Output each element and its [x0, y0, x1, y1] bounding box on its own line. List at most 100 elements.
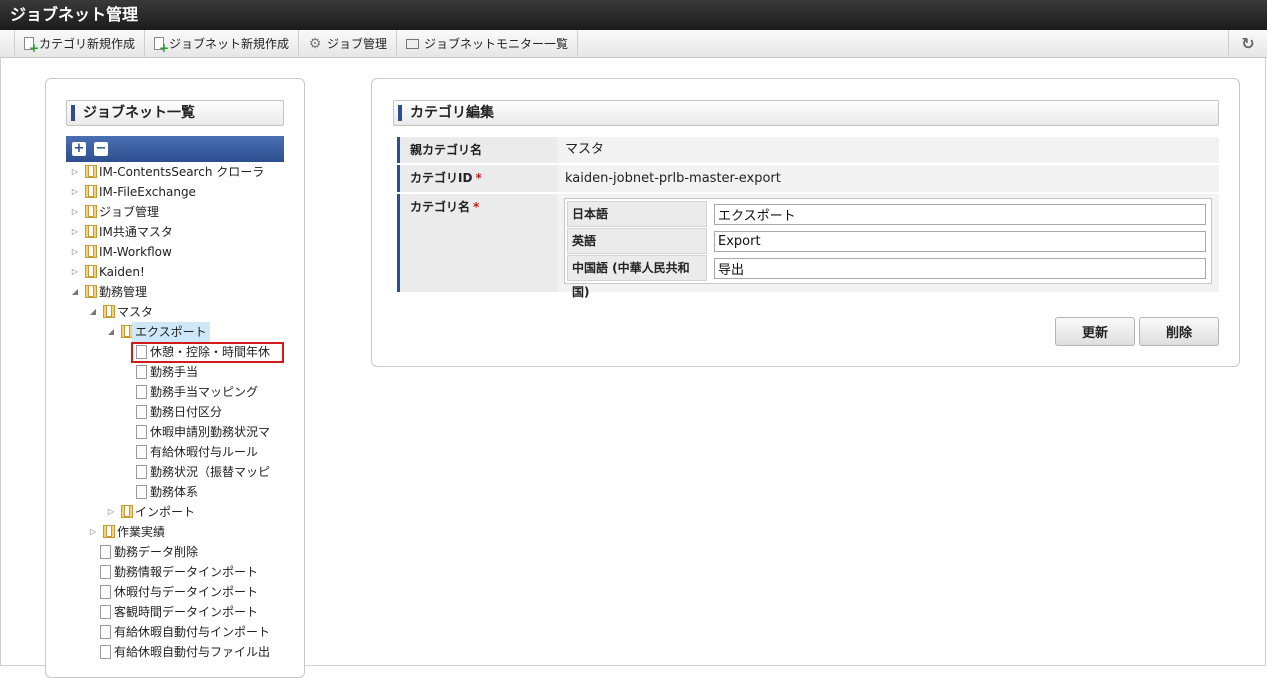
parent-category-label: 親カテゴリ名 [397, 137, 557, 163]
tree-item-label: 勤務体系 [150, 485, 199, 499]
toolbar-job-management[interactable]: ⚙ ジョブ管理 [299, 30, 398, 57]
tree-file-item[interactable]: 勤務体系 [66, 482, 284, 502]
update-button[interactable]: 更新 [1055, 317, 1135, 346]
tree-file-item[interactable]: 勤務データ削除 [66, 542, 284, 562]
jobnet-list-panel: ジョブネット一覧 + − ▷ IM-ContentsSearch クローラ ▷ IM-… [45, 78, 305, 678]
tree-folder-item[interactable]: ▷ IM-FileExchange [66, 182, 284, 202]
expanded-arrow-icon[interactable]: ◢ [106, 322, 116, 342]
tree-item-label: 勤務情報データインポート [114, 565, 259, 579]
file-icon [136, 405, 147, 419]
expanded-arrow-icon[interactable]: ◢ [70, 282, 80, 302]
folder-icon [85, 285, 97, 298]
tree-item-label: マスタ [117, 305, 154, 319]
delete-button[interactable]: 削除 [1139, 317, 1219, 346]
tree-folder-item[interactable]: ▷ ジョブ管理 [66, 202, 284, 222]
category-name-ja-input[interactable] [714, 204, 1206, 225]
tree-item-label: 客観時間データインポート [114, 605, 259, 619]
tree-folder-item[interactable]: ▷ IM-Workflow [66, 242, 284, 262]
tree-file-item[interactable]: 勤務手当マッピング [66, 382, 284, 402]
file-icon [100, 625, 111, 639]
gear-icon: ⚙ [308, 35, 322, 52]
collapsed-arrow-icon[interactable]: ▷ [70, 202, 80, 222]
toolbar-jobnet-monitor[interactable]: ジョブネットモニター一覧 [397, 30, 579, 57]
tree-item-label: 勤務データ削除 [114, 545, 199, 559]
tree-file-item[interactable]: 勤務情報データインポート [66, 562, 284, 582]
file-icon [136, 365, 147, 379]
tree-item-label: IM-ContentsSearch クローラ [99, 165, 265, 179]
folder-icon [85, 245, 97, 258]
required-mark: * [475, 171, 482, 185]
tree-item-label: IM共通マスタ [99, 225, 173, 239]
lang-label: 日本語 [567, 201, 707, 227]
tree-file-item[interactable]: 有給休暇自動付与インポート [66, 622, 284, 642]
toolbar-item-label: カテゴリ新規作成 [39, 37, 136, 51]
file-icon [100, 605, 111, 619]
lang-label: 英語 [567, 228, 707, 254]
tree-folder-item[interactable]: ◢ 勤務管理 [66, 282, 284, 302]
folder-icon [103, 305, 115, 318]
lang-row-ja: 日本語 [567, 201, 1209, 227]
toolbar-create-category[interactable]: カテゴリ新規作成 [14, 30, 146, 57]
tree-file-item[interactable]: 勤務状況（振替マッピ [66, 462, 284, 482]
tree-file-item[interactable]: 勤務日付区分 [66, 402, 284, 422]
refresh-icon: ↻ [1241, 34, 1255, 53]
tree-item-label: 作業実績 [117, 525, 166, 539]
tree-item-label: 勤務日付区分 [150, 405, 223, 419]
collapse-all-button[interactable]: − [94, 142, 108, 156]
tree-file-item[interactable]: 勤務手当 [66, 362, 284, 382]
collapsed-arrow-icon[interactable]: ▷ [106, 502, 116, 522]
tree-folder-item[interactable]: ▷ IM-ContentsSearch クローラ [66, 162, 284, 182]
tree-file-item[interactable]: 休暇申請別勤務状況マ [66, 422, 284, 442]
tree-folder-item[interactable]: ◢ マスタ [66, 302, 284, 322]
tree-folder-item[interactable]: ▷ 作業実績 [66, 522, 284, 542]
folder-icon [85, 205, 97, 218]
highlight-box [131, 342, 284, 363]
tree-file-item[interactable]: 客観時間データインポート [66, 602, 284, 622]
category-name-label-text: カテゴリ名 [410, 200, 471, 214]
tree-folder-item[interactable]: ◢ エクスポート [66, 322, 284, 342]
parent-category-row: 親カテゴリ名 マスタ [397, 137, 1219, 163]
tree-item-label: 休暇申請別勤務状況マ [150, 425, 271, 439]
category-name-en-input[interactable] [714, 231, 1206, 252]
tree-item-label: 勤務状況（振替マッピ [150, 465, 271, 479]
category-name-zh-input[interactable] [714, 258, 1206, 279]
jobnet-list-title: ジョブネット一覧 [66, 100, 284, 126]
file-icon [136, 445, 147, 459]
category-edit-title: カテゴリ編集 [393, 100, 1219, 126]
refresh-button[interactable]: ↻ [1228, 30, 1267, 57]
tree-file-item[interactable]: 有給休暇付与ルール [66, 442, 284, 462]
tree-file-item[interactable]: 有給休暇自動付与ファイル出 [66, 642, 284, 662]
category-id-row: カテゴリID * kaiden-jobnet-prlb-master-export [397, 165, 1219, 192]
lang-row-en: 英語 [567, 228, 1209, 254]
file-icon [136, 465, 147, 479]
file-icon [136, 425, 147, 439]
toolbar-item-label: ジョブネットモニター一覧 [424, 37, 569, 51]
tree-item-label: 有給休暇自動付与ファイル出 [114, 645, 271, 659]
collapsed-arrow-icon[interactable]: ▷ [70, 182, 80, 202]
category-name-row: カテゴリ名* 日本語 英語 中国語 (中華人民共和国) [397, 194, 1219, 299]
collapsed-arrow-icon[interactable]: ▷ [70, 222, 80, 242]
tree-item-label: IM-FileExchange [99, 185, 196, 199]
tree-folder-item[interactable]: ▷ Kaiden! [66, 262, 284, 282]
tree-file-item[interactable]: 休暇付与データインポート [66, 582, 284, 602]
category-id-label-text: カテゴリID [410, 171, 473, 185]
category-edit-panel: カテゴリ編集 親カテゴリ名 マスタ カテゴリID * kaiden-jobnet-… [371, 78, 1240, 367]
tree-folder-item[interactable]: ▷ インポート [66, 502, 284, 522]
expanded-arrow-icon[interactable]: ◢ [88, 302, 98, 322]
collapsed-arrow-icon[interactable]: ▷ [88, 522, 98, 542]
folder-icon [103, 525, 115, 538]
toolbar-item-label: ジョブ管理 [327, 37, 388, 51]
expand-all-button[interactable]: + [72, 142, 86, 156]
toolbar-create-jobnet[interactable]: ジョブネット新規作成 [145, 30, 300, 57]
tree-item-label: Kaiden! [99, 265, 145, 279]
collapsed-arrow-icon[interactable]: ▷ [70, 242, 80, 262]
collapsed-arrow-icon[interactable]: ▷ [70, 162, 80, 182]
lang-label: 中国語 (中華人民共和国) [567, 255, 707, 299]
file-icon [100, 585, 111, 599]
doc-plus-icon [154, 37, 169, 54]
collapsed-arrow-icon[interactable]: ▷ [70, 262, 80, 282]
tree-item-label: エクスポート [132, 322, 210, 342]
tree-folder-item[interactable]: ▷ IM共通マスタ [66, 222, 284, 242]
folder-icon [85, 165, 97, 178]
folder-icon [85, 225, 97, 238]
